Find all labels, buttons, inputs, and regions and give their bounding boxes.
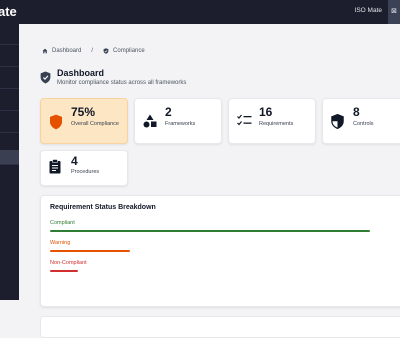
stat-label: Requirements bbox=[259, 121, 294, 127]
breadcrumb-separator: / bbox=[91, 48, 94, 54]
shield-half-icon bbox=[331, 114, 344, 129]
stat-value: 16 bbox=[259, 105, 273, 119]
stat-label: Controls bbox=[353, 121, 374, 127]
sidebar-item[interactable] bbox=[0, 74, 19, 89]
main-content: Dashboard / Compliance Dashboard Monitor… bbox=[19, 24, 400, 338]
page-subtitle: Monitor compliance status across all fra… bbox=[57, 80, 187, 86]
stat-card-overall-compliance[interactable]: 75% Overall Compliance bbox=[40, 98, 128, 144]
stat-value: 2 bbox=[165, 105, 172, 119]
sidebar-item-active[interactable] bbox=[0, 150, 19, 165]
status-label-compliant: Compliant bbox=[50, 220, 75, 226]
stat-value: 8 bbox=[353, 105, 360, 119]
sidebar-item[interactable] bbox=[0, 30, 19, 45]
sidebar-item[interactable] bbox=[0, 52, 19, 67]
next-section-card bbox=[40, 316, 400, 338]
sidebar-item[interactable] bbox=[0, 96, 19, 111]
progress-bar-compliant bbox=[50, 230, 370, 232]
stat-value: 75% bbox=[71, 105, 96, 119]
breadcrumb-home[interactable]: Dashboard bbox=[52, 48, 81, 54]
user-menu-icon[interactable]: ⊠ bbox=[388, 0, 400, 24]
status-breakdown-card: Requirement Status Breakdown Compliant W… bbox=[40, 195, 400, 307]
sidebar-item[interactable] bbox=[0, 118, 19, 133]
shield-icon bbox=[50, 114, 62, 130]
stat-card-frameworks[interactable]: 2 Frameworks bbox=[134, 98, 222, 144]
stat-label: Procedures bbox=[71, 169, 100, 175]
user-name[interactable]: ISO Mate bbox=[355, 7, 382, 14]
progress-bar-non-compliant bbox=[50, 270, 78, 272]
breadcrumb-current: Compliance bbox=[113, 48, 145, 54]
checklist-icon bbox=[237, 114, 252, 126]
breadcrumb: Dashboard / Compliance bbox=[42, 48, 145, 54]
home-icon bbox=[42, 48, 48, 54]
page-title: Dashboard bbox=[57, 68, 105, 78]
breakdown-title: Requirement Status Breakdown bbox=[50, 204, 156, 211]
stat-label: Frameworks bbox=[165, 121, 196, 127]
stat-card-requirements[interactable]: 16 Requirements bbox=[228, 98, 316, 144]
stat-value: 4 bbox=[71, 154, 78, 168]
stat-card-controls[interactable]: 8 Controls bbox=[322, 98, 400, 144]
status-label-non-compliant: Non-Compliant bbox=[50, 260, 87, 266]
app-title: ate bbox=[0, 4, 17, 19]
top-bar: ate ISO Mate ⊠ bbox=[0, 0, 400, 24]
shield-check-icon bbox=[103, 48, 109, 54]
progress-bar-warning bbox=[50, 250, 130, 252]
sidebar bbox=[0, 24, 19, 300]
shield-check-icon bbox=[40, 71, 51, 84]
shapes-icon bbox=[143, 114, 157, 128]
stat-card-procedures[interactable]: 4 Procedures bbox=[40, 150, 128, 186]
clipboard-icon bbox=[49, 159, 61, 174]
stat-label: Overall Compliance bbox=[71, 121, 119, 127]
status-label-warning: Warning bbox=[50, 240, 71, 246]
